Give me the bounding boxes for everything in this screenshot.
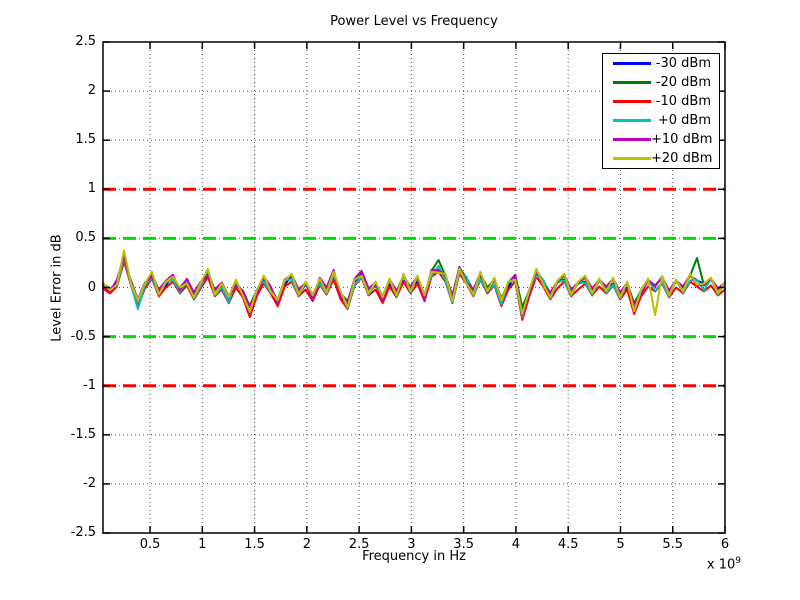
x-tick-label: 1 [180, 537, 224, 553]
x-axis-exponent-prefix: x 10 [707, 557, 735, 572]
x-tick-label: 4.5 [546, 537, 590, 553]
y-tick-label: 2 [56, 83, 96, 99]
matlab-figure: Power Level vs Frequency Level Error in … [0, 0, 800, 600]
y-tick-label: 1 [56, 181, 96, 197]
x-tick-label: 0.5 [128, 537, 172, 553]
y-tick-label: 2.5 [56, 34, 96, 50]
y-tick-label: 1.5 [56, 132, 96, 148]
legend-entry: -30 dBm [603, 56, 719, 71]
legend-line-swatch [613, 138, 651, 141]
legend-line-swatch [613, 157, 651, 160]
x-tick-label: 6 [703, 537, 747, 553]
x-tick-label: 5 [598, 537, 642, 553]
x-tick-label: 3.5 [442, 537, 486, 553]
legend-line-swatch [613, 62, 651, 65]
legend-label: -20 dBm [651, 75, 711, 90]
legend-entry: -20 dBm [603, 75, 719, 90]
y-tick-label: -2.5 [56, 525, 96, 541]
x-tick-label: 4 [494, 537, 538, 553]
legend-entry: +10 dBm [603, 132, 719, 147]
y-tick-label: -2 [56, 476, 96, 492]
y-tick-label: 0 [56, 280, 96, 296]
x-tick-label: 2 [285, 537, 329, 553]
y-tick-label: -0.5 [56, 329, 96, 345]
legend-label: -30 dBm [651, 56, 711, 71]
legend-line-swatch [613, 81, 651, 84]
y-tick-label: -1.5 [56, 427, 96, 443]
legend-label: +20 dBm [651, 151, 712, 166]
legend-line-swatch [613, 119, 651, 122]
y-tick-label: 0.5 [56, 230, 96, 246]
x-axis-exponent: x 109 [707, 556, 741, 572]
x-axis-exponent-value: 9 [735, 556, 741, 566]
legend-label: +0 dBm [651, 113, 711, 128]
y-tick-label: -1 [56, 378, 96, 394]
legend-line-swatch [613, 100, 651, 103]
x-tick-label: 5.5 [651, 537, 695, 553]
legend-label: -10 dBm [651, 94, 711, 109]
x-tick-label: 2.5 [337, 537, 381, 553]
legend-entry: +20 dBm [603, 151, 719, 166]
legend-entry: +0 dBm [603, 113, 719, 128]
legend-box: -30 dBm -20 dBm -10 dBm +0 dBm +10 dBm +… [602, 53, 720, 169]
legend-entry: -10 dBm [603, 94, 719, 109]
chart-title: Power Level vs Frequency [103, 14, 725, 29]
x-tick-label: 1.5 [233, 537, 277, 553]
x-tick-label: 3 [389, 537, 433, 553]
legend-label: +10 dBm [651, 132, 712, 147]
